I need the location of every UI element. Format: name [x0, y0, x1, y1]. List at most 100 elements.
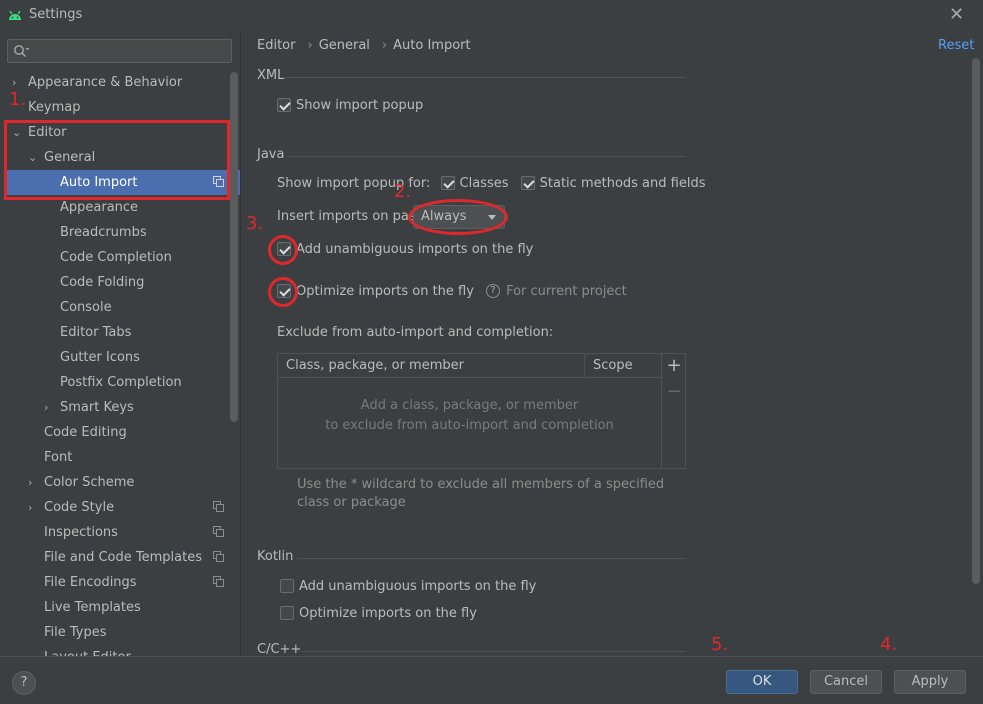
table-empty-text[interactable]: Add a class, package, or member [278, 398, 661, 413]
reset-link[interactable]: Reset [938, 38, 974, 53]
sidebar-item-breadcrumbs[interactable]: Breadcrumbs [0, 220, 230, 245]
java-show-popup-row: Show import popup for: Classes Static me… [277, 175, 706, 191]
sidebar-item-color-scheme[interactable]: › Color Scheme [0, 470, 230, 495]
breadcrumb: Editor › General › Auto Import [257, 38, 477, 53]
project-scope-icon [213, 576, 224, 587]
sidebar-item-label: Smart Keys [60, 400, 134, 415]
sidebar-item-code-editing[interactable]: Code Editing [0, 420, 230, 445]
help-icon[interactable]: ? [486, 283, 501, 298]
content-scrollbar[interactable] [972, 58, 980, 584]
sidebar-item-label: Keymap [28, 100, 81, 115]
search-icon [14, 45, 29, 57]
sidebar-item-label: Code Editing [44, 425, 127, 440]
sidebar-item-live-templates[interactable]: Live Templates [0, 595, 230, 620]
sidebar-item-label: Appearance & Behavior [28, 75, 183, 90]
window-title: Settings [29, 7, 83, 22]
sidebar-item-gutter-icons[interactable]: Gutter Icons [0, 345, 230, 370]
sidebar-item-label: Color Scheme [44, 475, 135, 490]
annotation-5: 5. [711, 634, 729, 655]
sidebar-item-inspections[interactable]: Inspections [0, 520, 230, 545]
sidebar-item-label: Live Templates [44, 600, 141, 615]
breadcrumb-editor: Editor [257, 38, 296, 53]
ok-button[interactable]: OK [726, 670, 798, 694]
breadcrumb-general: General [318, 38, 370, 53]
sidebar-item-label: Code Completion [60, 250, 172, 265]
sidebar-item-label: Console [60, 300, 112, 315]
column-header-scope[interactable]: Scope [593, 358, 633, 373]
apply-button[interactable]: Apply [894, 670, 966, 694]
section-title-java: Java [257, 147, 285, 162]
sidebar-item-label: Postfix Completion [60, 375, 182, 390]
sidebar-item-postfix-completion[interactable]: Postfix Completion [0, 370, 230, 395]
sidebar-item-label: Inspections [44, 525, 118, 540]
table-header: Class, package, or member Scope [278, 354, 661, 378]
static-methods-checkbox[interactable] [520, 175, 535, 190]
classes-checkbox[interactable] [440, 175, 455, 190]
sidebar-item-editor-tabs[interactable]: Editor Tabs [0, 320, 230, 345]
checkbox[interactable] [280, 605, 294, 620]
section-title-cpp: C/C++ [257, 642, 302, 656]
breadcrumb-separator: › [307, 38, 313, 53]
project-scope-icon [213, 526, 224, 537]
wildcard-note: Use the * wildcard to exclude all member… [297, 477, 665, 510]
chevron-right-icon[interactable]: › [44, 395, 56, 420]
table-empty-text: to exclude from auto-import and completi… [325, 418, 614, 433]
column-header-class[interactable]: Class, package, or member [286, 358, 464, 373]
for-current-project-hint: For current project [506, 284, 627, 299]
breadcrumb-separator: › [381, 38, 388, 53]
sidebar-item-code-completion[interactable]: Code Completion [0, 245, 230, 270]
java-add-unambiguous[interactable]: Add unambiguous imports on the fly [277, 241, 533, 259]
kotlin-add-unambiguous[interactable]: Add unambiguous imports on the fly [280, 578, 536, 596]
sidebar-item-label: Font [44, 450, 73, 465]
sidebar-item-code-style[interactable]: › Code Style [0, 495, 230, 520]
sidebar-item-file-code-templates[interactable]: File and Code Templates [0, 545, 230, 570]
sidebar-item-label: Code Folding [60, 275, 145, 290]
chevron-right-icon[interactable]: › [28, 495, 40, 520]
annotation-oval-checkbox [268, 235, 298, 265]
android-logo-icon [9, 10, 21, 20]
section-divider [285, 77, 686, 78]
section-divider [287, 156, 686, 157]
sidebar-item-label: File and Code Templates [44, 550, 202, 565]
sidebar-item-font[interactable]: Font [0, 445, 230, 470]
settings-content: Editor › General › Auto Import Reset XML Sho… [241, 32, 983, 656]
annotation-4: 4. [880, 634, 898, 655]
checkbox[interactable] [277, 97, 291, 112]
sidebar-item-label: Breadcrumbs [60, 225, 147, 240]
sidebar-item-console[interactable]: Console [0, 295, 230, 320]
help-button[interactable]: ? [12, 671, 36, 695]
sidebar-scrollbar[interactable] [230, 72, 238, 422]
sidebar-item-appearance-behavior[interactable]: › Appearance & Behavior [0, 70, 230, 95]
exclude-table: Class, package, or member Scope + − Add … [277, 353, 686, 469]
add-icon[interactable]: + [665, 356, 683, 376]
annotation-3: 3. [246, 213, 264, 234]
sidebar-item-keymap[interactable]: Keymap [0, 95, 230, 120]
search-input[interactable] [7, 39, 232, 63]
checkbox[interactable] [280, 578, 294, 593]
sidebar-item-label: Gutter Icons [60, 350, 140, 365]
java-optimize-imports[interactable]: Optimize imports on the fly ? For current… [277, 283, 627, 301]
close-icon[interactable]: ✕ [949, 5, 965, 25]
sidebar-item-label: Code Style [44, 500, 115, 515]
kotlin-optimize-imports[interactable]: Optimize imports on the fly [280, 605, 477, 623]
cancel-button[interactable]: Cancel [810, 670, 882, 694]
sidebar-item-layout-editor[interactable]: Layout Editor [0, 645, 230, 656]
sidebar-item-smart-keys[interactable]: › Smart Keys [0, 395, 230, 420]
section-title-kotlin: Kotlin [257, 549, 294, 564]
sidebar-item-label: File Types [44, 625, 107, 640]
xml-show-import-popup[interactable]: Show import popup [277, 97, 423, 115]
dialog-footer: ? OK Cancel Apply [0, 656, 983, 704]
section-title-xml: XML [257, 68, 285, 83]
chevron-right-icon[interactable]: › [28, 470, 40, 495]
sidebar-item-file-encodings[interactable]: File Encodings [0, 570, 230, 595]
sidebar-item-label: Editor Tabs [60, 325, 132, 340]
sidebar-item-file-types[interactable]: File Types [0, 620, 230, 645]
title-bar: Settings ✕ [0, 0, 983, 32]
annotation-box-editor [4, 120, 230, 200]
breadcrumb-auto-import: Auto Import [393, 38, 471, 53]
project-scope-icon [213, 501, 224, 512]
remove-icon: − [666, 381, 682, 402]
sidebar-item-code-folding[interactable]: Code Folding [0, 270, 230, 295]
sidebar-item-label: Layout Editor [44, 645, 131, 656]
annotation-oval-checkbox [268, 277, 298, 307]
